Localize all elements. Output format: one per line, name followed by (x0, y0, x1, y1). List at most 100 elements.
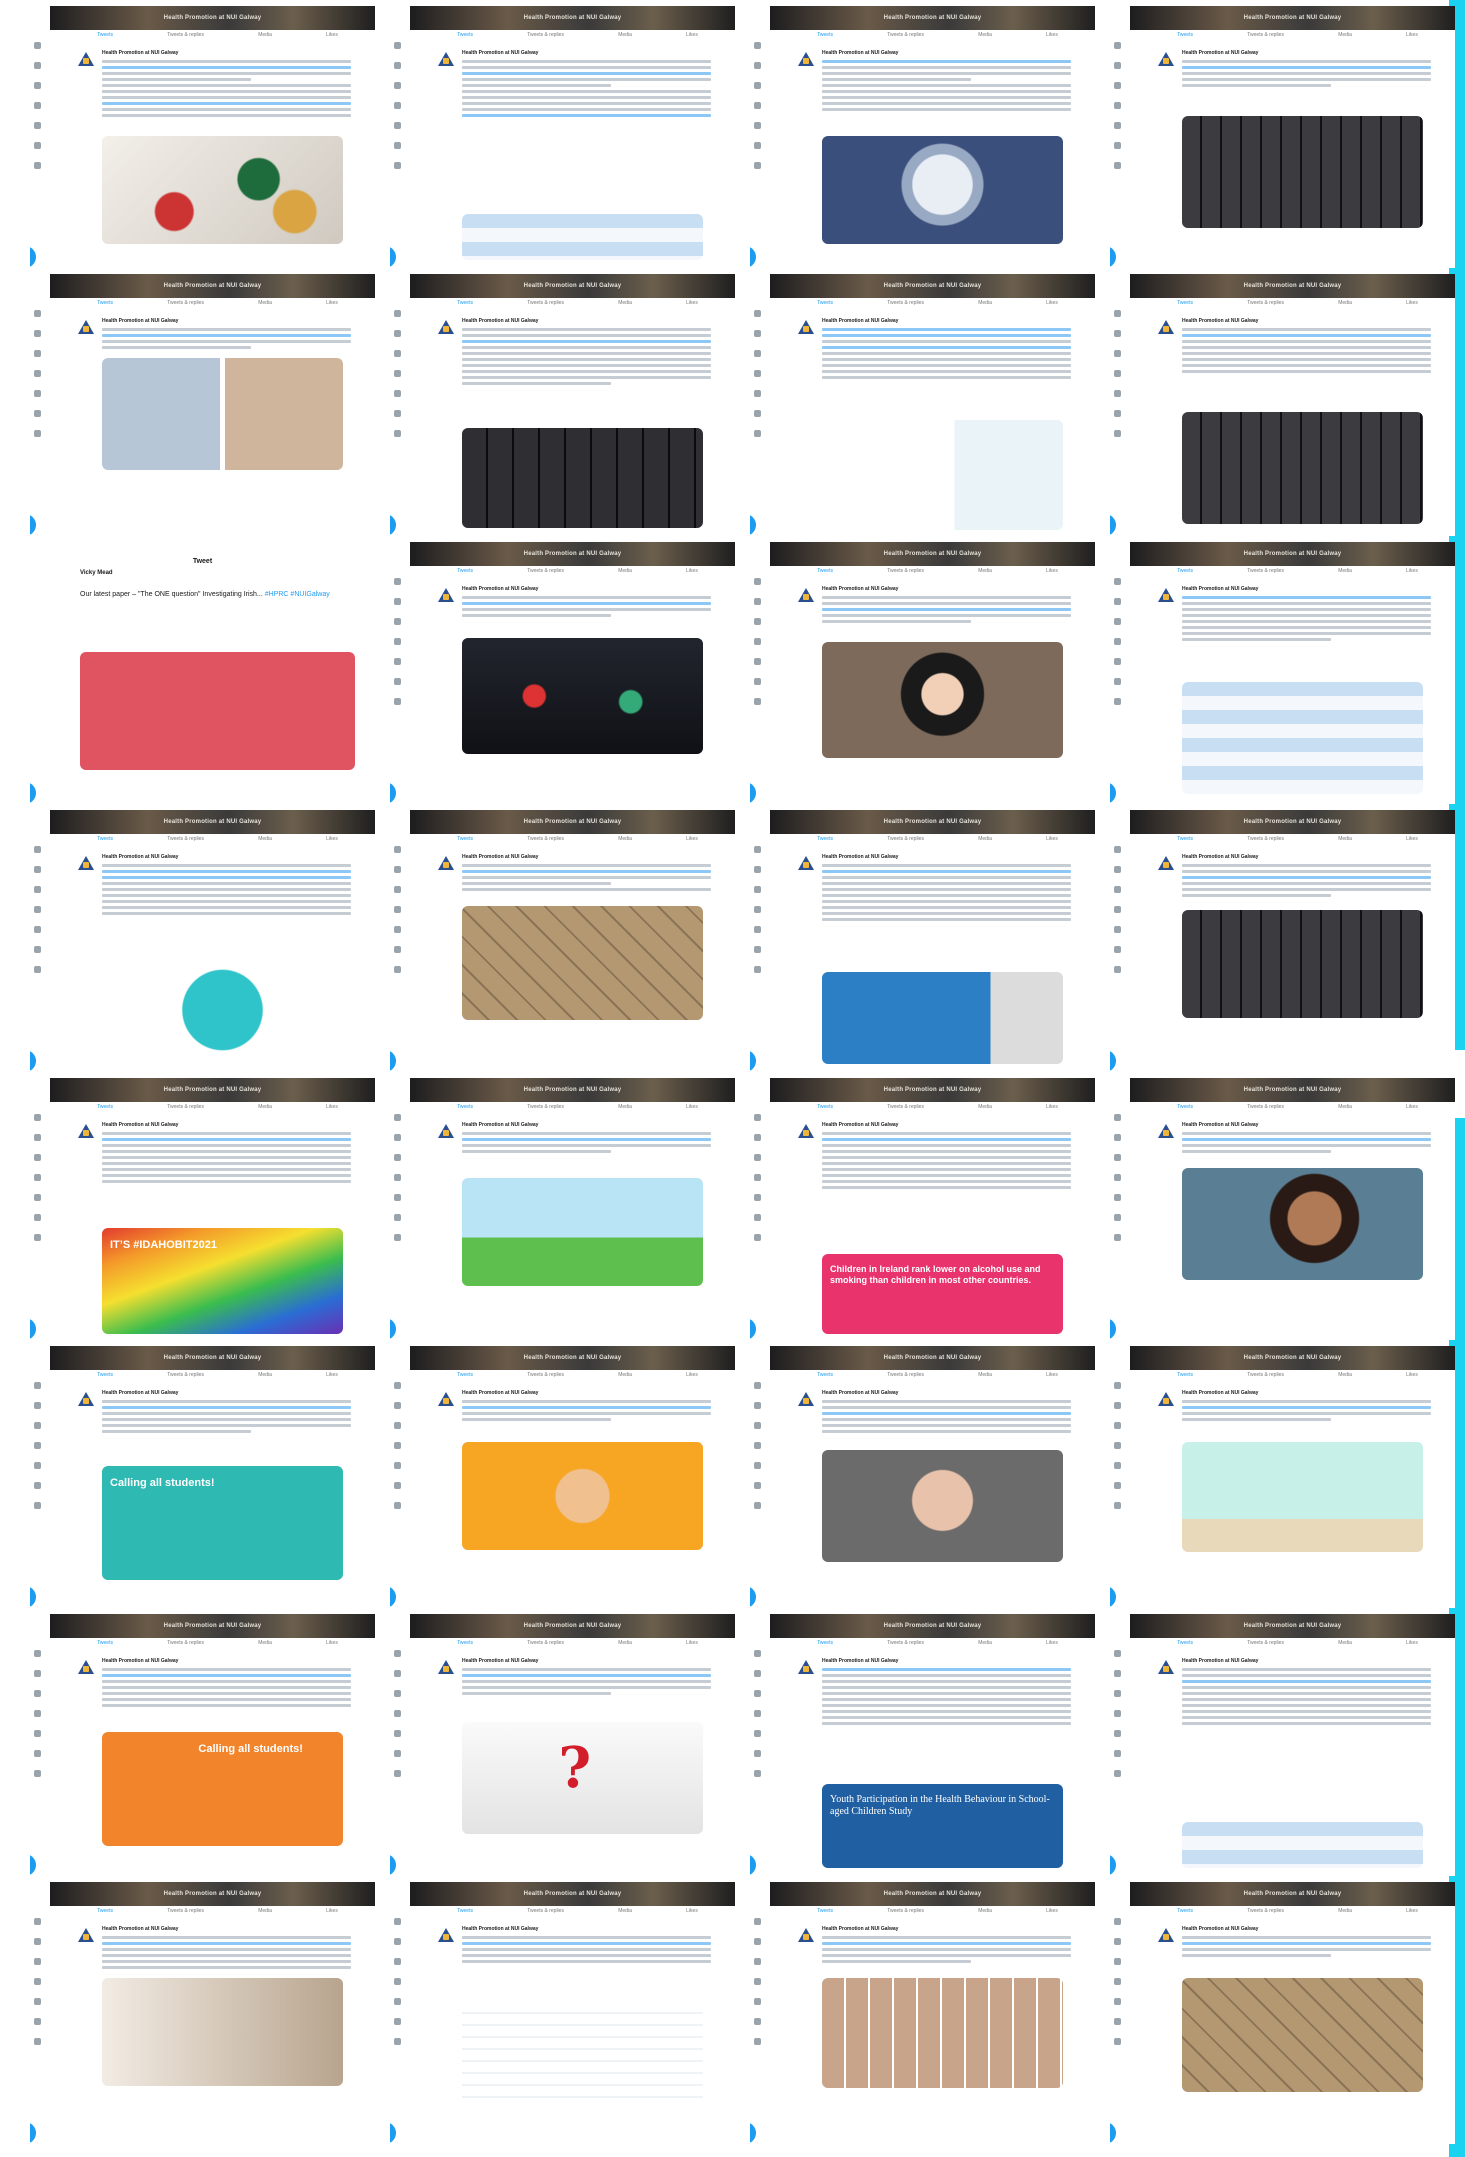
tab-tweets[interactable]: Tweets (97, 1908, 113, 1918)
tweet-image[interactable]: Calling all students! (102, 1466, 343, 1580)
account-name[interactable]: Health Promotion at NUI Galway (1182, 50, 1258, 56)
tab-tweets[interactable]: Tweets (457, 1372, 473, 1382)
tab-media[interactable]: Media (618, 1640, 632, 1650)
tab-tweets[interactable]: Tweets (1177, 836, 1193, 846)
tab-likes[interactable]: Likes (326, 1640, 338, 1650)
tweet-tile[interactable]: Health Promotion at NUI Galway Tweets Twe… (1110, 1614, 1455, 1876)
tab-replies[interactable]: Tweets & replies (887, 32, 924, 42)
tab-replies[interactable]: Tweets & replies (527, 836, 564, 846)
hprc-logo-icon[interactable] (798, 1124, 814, 1140)
hprc-logo-icon[interactable] (78, 1660, 94, 1676)
profile-tabs[interactable]: Tweets Tweets & replies Media Likes (1150, 32, 1445, 42)
hprc-logo-icon[interactable] (1158, 1928, 1174, 1944)
tweet-image[interactable] (462, 1178, 703, 1286)
profile-tabs[interactable]: Tweets Tweets & replies Media Likes (430, 32, 725, 42)
nav-rail[interactable] (1110, 840, 1126, 1072)
tab-replies[interactable]: Tweets & replies (1247, 568, 1284, 578)
profile-tabs[interactable]: Tweets Tweets & replies Media Likes (790, 1640, 1085, 1650)
tab-media[interactable]: Media (258, 300, 272, 310)
tab-media[interactable]: Media (1338, 568, 1352, 578)
nav-rail[interactable] (750, 1108, 766, 1340)
profile-tabs[interactable]: Tweets Tweets & replies Media Likes (790, 1372, 1085, 1382)
tab-likes[interactable]: Likes (1406, 836, 1418, 846)
tweet-image[interactable] (462, 214, 703, 260)
tab-likes[interactable]: Likes (1046, 1640, 1058, 1650)
tab-replies[interactable]: Tweets & replies (1247, 300, 1284, 310)
hprc-logo-icon[interactable] (1158, 856, 1174, 872)
tab-replies[interactable]: Tweets & replies (527, 1908, 564, 1918)
tab-tweets[interactable]: Tweets (1177, 1372, 1193, 1382)
profile-tabs[interactable]: Tweets Tweets & replies Media Likes (1150, 568, 1445, 578)
nav-rail[interactable] (1110, 1644, 1126, 1876)
tab-likes[interactable]: Likes (686, 568, 698, 578)
hprc-logo-icon[interactable] (438, 856, 454, 872)
nav-rail[interactable] (750, 1644, 766, 1876)
tab-media[interactable]: Media (1338, 300, 1352, 310)
tweet-image[interactable] (1182, 1822, 1423, 1868)
tweet-tile[interactable]: Health Promotion at NUI Galway Tweets Twe… (390, 810, 735, 1072)
tweet-tile[interactable]: Health Promotion at NUI Galway Tweets Twe… (750, 274, 1095, 536)
tab-tweets[interactable]: Tweets (817, 32, 833, 42)
profile-tabs[interactable]: Tweets Tweets & replies Media Likes (790, 568, 1085, 578)
tweet-image[interactable] (1182, 1442, 1423, 1552)
hprc-logo-icon[interactable] (438, 1660, 454, 1676)
tab-tweets[interactable]: Tweets (817, 836, 833, 846)
tab-tweets[interactable]: Tweets (97, 32, 113, 42)
tab-tweets[interactable]: Tweets (817, 1104, 833, 1114)
tweet-tile[interactable]: Health Promotion at NUI Galway Tweets Twe… (30, 274, 375, 536)
account-name[interactable]: Health Promotion at NUI Galway (102, 1658, 178, 1664)
profile-tabs[interactable]: Tweets Tweets & replies Media Likes (430, 568, 725, 578)
profile-tabs[interactable]: Tweets Tweets & replies Media Likes (70, 1104, 365, 1114)
nav-rail[interactable] (390, 840, 406, 1072)
profile-tabs[interactable]: Tweets Tweets & replies Media Likes (430, 1640, 725, 1650)
tab-tweets[interactable]: Tweets (1177, 1104, 1193, 1114)
account-name[interactable]: Health Promotion at NUI Galway (822, 50, 898, 56)
account-name[interactable]: Health Promotion at NUI Galway (462, 586, 538, 592)
profile-tabs[interactable]: Tweets Tweets & replies Media Likes (790, 836, 1085, 846)
tweet-image[interactable] (462, 906, 703, 1020)
account-name[interactable]: Health Promotion at NUI Galway (822, 1926, 898, 1932)
tab-media[interactable]: Media (618, 1104, 632, 1114)
author-name[interactable]: Vicky Mead (80, 570, 113, 576)
tab-tweets[interactable]: Tweets (97, 300, 113, 310)
tab-media[interactable]: Media (978, 1372, 992, 1382)
profile-tabs[interactable]: Tweets Tweets & replies Media Likes (1150, 1372, 1445, 1382)
tab-likes[interactable]: Likes (686, 1372, 698, 1382)
account-name[interactable]: Health Promotion at NUI Galway (1182, 1926, 1258, 1932)
tweet-tile[interactable]: Health Promotion at NUI Galway Tweets Twe… (750, 1078, 1095, 1340)
tweet-tile[interactable]: Health Promotion at NUI Galway Tweets Twe… (390, 542, 735, 804)
nav-rail[interactable] (750, 36, 766, 268)
tweet-image[interactable] (1182, 116, 1423, 228)
tab-tweets[interactable]: Tweets (817, 1372, 833, 1382)
nav-rail[interactable] (750, 572, 766, 804)
tweet-image[interactable] (1182, 1978, 1423, 2092)
tweet-tile[interactable]: Health Promotion at NUI Galway Tweets Twe… (390, 1614, 735, 1876)
nav-rail[interactable] (1110, 1108, 1126, 1340)
tab-likes[interactable]: Likes (1046, 836, 1058, 846)
hprc-logo-icon[interactable] (1158, 320, 1174, 336)
tab-likes[interactable]: Likes (686, 300, 698, 310)
profile-tabs[interactable]: Tweets Tweets & replies Media Likes (790, 1104, 1085, 1114)
tab-replies[interactable]: Tweets & replies (167, 1908, 204, 1918)
profile-tabs[interactable]: Tweets Tweets & replies Media Likes (430, 1372, 725, 1382)
tweet-tile[interactable]: Health Promotion at NUI Galway Tweets Twe… (30, 1078, 375, 1340)
tab-likes[interactable]: Likes (686, 32, 698, 42)
tweet-image[interactable] (462, 1442, 703, 1550)
tab-tweets[interactable]: Tweets (457, 1640, 473, 1650)
tab-media[interactable]: Media (258, 1908, 272, 1918)
hprc-logo-icon[interactable] (78, 320, 94, 336)
nav-rail[interactable] (30, 304, 46, 536)
tweet-tile[interactable]: Health Promotion at NUI Galway Tweets Twe… (390, 1346, 735, 1608)
tab-likes[interactable]: Likes (686, 1104, 698, 1114)
tab-replies[interactable]: Tweets & replies (527, 1640, 564, 1650)
tab-media[interactable]: Media (1338, 32, 1352, 42)
tweet-image[interactable]: Youth Participation in the Health Behavi… (822, 1784, 1063, 1868)
tweet-tile[interactable]: Health Promotion at NUI Galway Tweets Twe… (30, 810, 375, 1072)
tab-replies[interactable]: Tweets & replies (1247, 32, 1284, 42)
tab-tweets[interactable]: Tweets (1177, 1908, 1193, 1918)
hprc-logo-icon[interactable] (438, 1928, 454, 1944)
tweet-image[interactable] (1182, 682, 1423, 794)
tab-likes[interactable]: Likes (1406, 1908, 1418, 1918)
tweet-tile[interactable]: Health Promotion at NUI Galway Tweets Twe… (390, 1078, 735, 1340)
tweet-image[interactable] (822, 1978, 1063, 2088)
